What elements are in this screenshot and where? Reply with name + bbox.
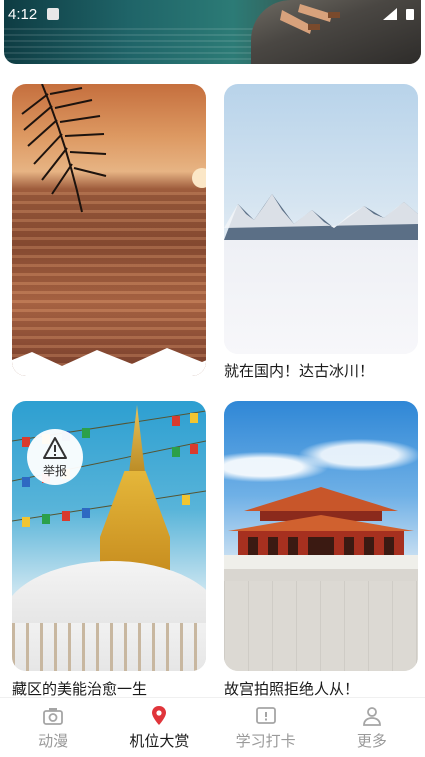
stone-plaza	[224, 569, 418, 671]
warning-icon	[43, 436, 67, 459]
card-caption-2[interactable]: 就在国内！达古冰川！	[224, 360, 374, 381]
torn-edge-shape	[12, 348, 206, 376]
nav-item-more[interactable]: 更多	[319, 698, 425, 757]
post-card-forbidden-city[interactable]	[224, 401, 418, 671]
stupa-fence	[12, 623, 206, 671]
bottom-navigation: 动漫 机位大赏 学习打卡 更多	[0, 697, 425, 757]
report-label: 举报	[42, 463, 67, 478]
status-right-icons	[383, 8, 417, 20]
person-icon	[362, 707, 381, 726]
nav-label-spots: 机位大赏	[129, 732, 190, 750]
report-button[interactable]: 举报	[27, 429, 83, 485]
checkin-icon	[255, 707, 276, 724]
card-caption-4[interactable]: 故宫拍照拒绝人从！	[224, 678, 359, 699]
water-ripples	[4, 28, 264, 64]
nav-item-spots[interactable]: 机位大赏	[106, 698, 212, 757]
nav-label-checkin: 学习打卡	[235, 732, 296, 750]
post-card-glacier[interactable]	[224, 84, 418, 354]
status-bar: 4:12	[0, 0, 425, 28]
nav-label-more: 更多	[356, 732, 387, 750]
nav-item-anime[interactable]: 动漫	[0, 698, 106, 757]
status-time: 4:12	[8, 5, 38, 23]
glacier-ice	[224, 240, 418, 354]
card-caption-3[interactable]: 藏区的美能治愈一生	[12, 678, 147, 699]
sun-shape	[192, 168, 206, 188]
palm-leaf-illustration	[21, 84, 107, 213]
signal-icon	[383, 8, 397, 20]
notification-icon	[47, 8, 60, 20]
nav-item-checkin[interactable]: 学习打卡	[213, 698, 319, 757]
location-pin-icon	[152, 706, 167, 725]
post-card-sunset[interactable]	[12, 84, 206, 376]
snow-mountains-illustration	[224, 194, 418, 244]
palace-illustration	[224, 487, 418, 581]
nav-label-anime: 动漫	[38, 732, 69, 750]
battery-icon	[406, 9, 414, 20]
camera-icon	[43, 708, 64, 725]
